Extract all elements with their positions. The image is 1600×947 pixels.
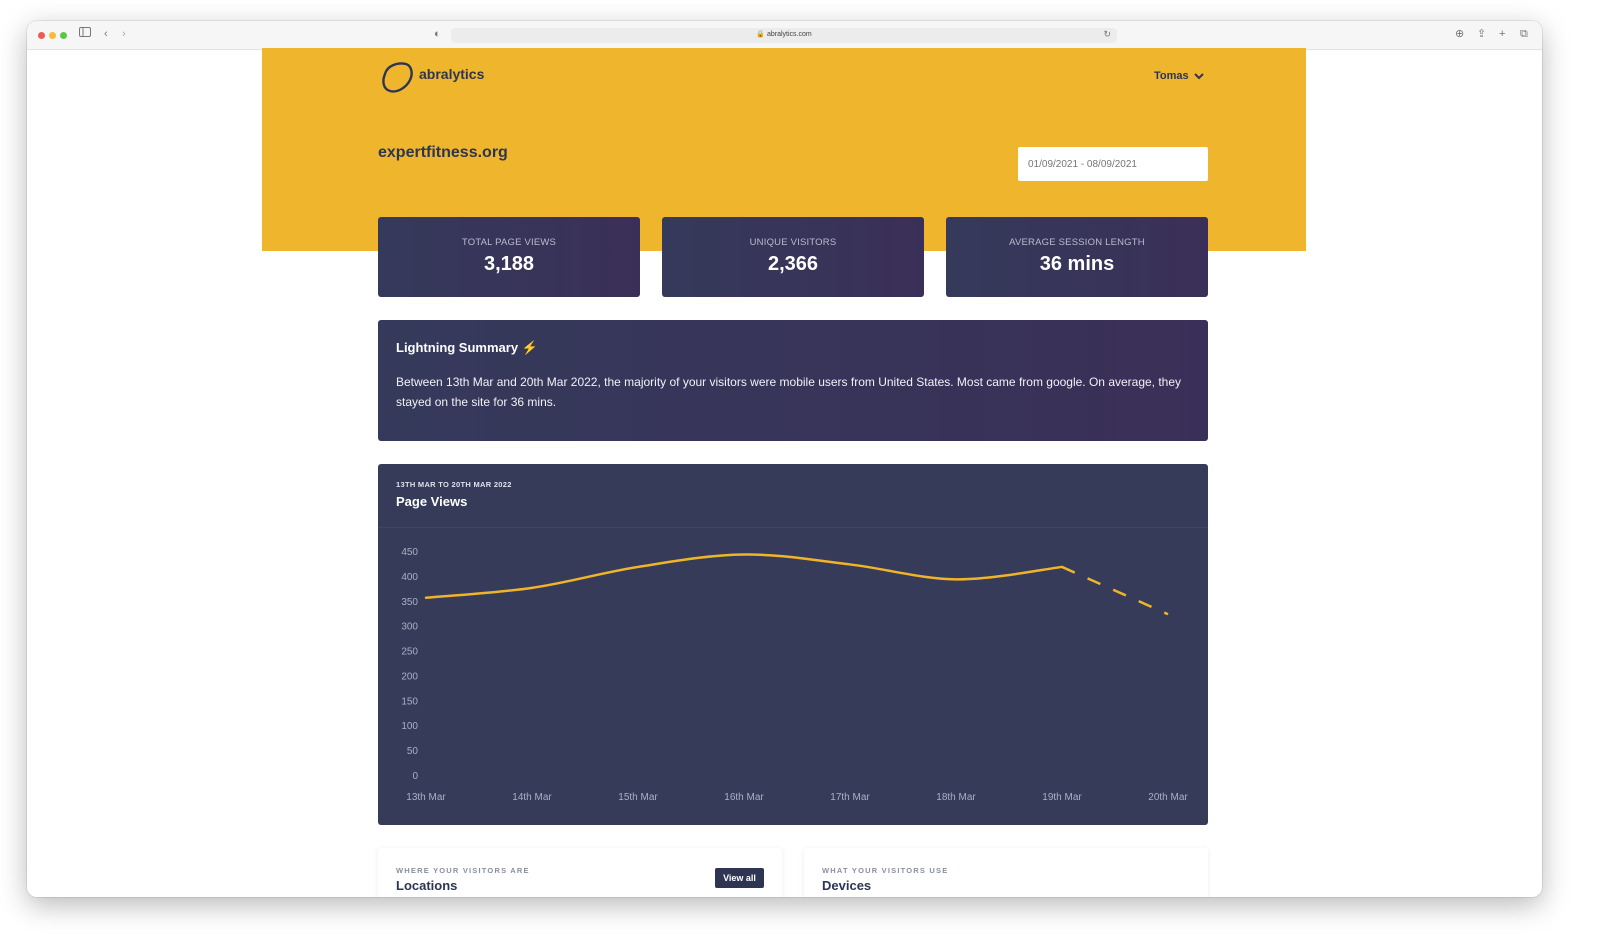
page-viewport: abralytics Tomas expertfitness.org TOTAL…: [27, 48, 1542, 897]
view-all-button[interactable]: View all: [715, 868, 764, 888]
panel-title: Locations: [396, 878, 458, 893]
x-tick-label: 18th Mar: [936, 792, 976, 803]
user-name: Tomas: [1154, 70, 1189, 82]
y-tick-label: 350: [401, 597, 418, 608]
summary-title: Lightning Summary ⚡: [396, 340, 538, 355]
brand-name: abralytics: [419, 66, 485, 82]
stat-value: 36 mins: [1039, 253, 1115, 275]
address-bar[interactable]: 🔒 abralytics.com ↻: [451, 28, 1117, 43]
browser-toolbar: ‹ › ◐ 🔒 abralytics.com ↻ ⊕ ⇪ + ⧉: [27, 21, 1542, 50]
y-tick-label: 0: [412, 771, 418, 782]
downloads-icon[interactable]: ⊕: [1455, 27, 1464, 41]
lightning-summary-card: Lightning Summary ⚡ Between 13th Mar and…: [378, 320, 1208, 441]
stat-label: TOTAL PAGE VIEWS: [461, 237, 557, 248]
y-tick-label: 450: [401, 547, 418, 558]
y-tick-label: 50: [407, 746, 419, 757]
page-views-series-line: [424, 553, 1064, 600]
privacy-shield-icon[interactable]: ◐: [434, 27, 441, 41]
y-tick-label: 250: [401, 647, 418, 658]
date-range-input[interactable]: [1018, 147, 1208, 181]
back-icon[interactable]: ‹: [104, 27, 108, 41]
stat-label: AVERAGE SESSION LENGTH: [1009, 237, 1145, 248]
url-text: 🔒 abralytics.com: [756, 31, 812, 38]
stat-card-unique-visitors: UNIQUE VISITORS 2,366: [662, 217, 924, 297]
page-views-projected-line: [1061, 565, 1169, 616]
summary-text: Between 13th Mar and 20th Mar 2022, the …: [396, 375, 1182, 409]
browser-window: ‹ › ◐ 🔒 abralytics.com ↻ ⊕ ⇪ + ⧉ abralyt…: [27, 21, 1542, 897]
forward-icon[interactable]: ›: [122, 27, 126, 41]
x-tick-label: 13th Mar: [406, 792, 446, 803]
minimize-window-button[interactable]: [49, 32, 56, 39]
new-tab-icon[interactable]: +: [1499, 27, 1505, 41]
share-icon[interactable]: ⇪: [1477, 27, 1486, 41]
y-tick-label: 150: [401, 696, 418, 707]
y-tick-label: 100: [401, 721, 418, 732]
tab-overview-icon[interactable]: ⧉: [1520, 27, 1528, 41]
stat-card-page-views: TOTAL PAGE VIEWS 3,188: [378, 217, 640, 297]
stat-value: 2,366: [767, 253, 819, 275]
reload-icon[interactable]: ↻: [1103, 29, 1111, 40]
x-tick-label: 19th Mar: [1042, 792, 1082, 803]
page-views-chart-card: 13TH MAR TO 20TH MAR 2022 Page Views 0 50…: [378, 464, 1208, 825]
sidebar-toggle-icon[interactable]: [79, 27, 91, 41]
panel-title: Devices: [822, 878, 872, 893]
devices-panel: WHAT YOUR VISITORS USE Devices: [804, 848, 1208, 897]
panel-kicker: WHAT YOUR VISITORS USE: [822, 866, 949, 875]
panel-kicker: WHERE YOUR VISITORS ARE: [396, 866, 530, 875]
user-menu[interactable]: Tomas: [1154, 70, 1204, 82]
x-tick-label: 16th Mar: [724, 792, 764, 803]
stat-label: UNIQUE VISITORS: [749, 237, 837, 248]
x-tick-label: 14th Mar: [512, 792, 552, 803]
x-tick-label: 20th Mar: [1148, 792, 1188, 803]
x-tick-label: 17th Mar: [830, 792, 870, 803]
stat-value: 3,188: [483, 253, 535, 275]
y-tick-label: 300: [401, 622, 418, 633]
logo-icon: [382, 62, 413, 93]
chevron-down-icon: [1193, 72, 1204, 80]
locations-panel: WHERE YOUR VISITORS ARE Locations View a…: [378, 848, 782, 897]
stat-card-session-length: AVERAGE SESSION LENGTH 36 mins: [946, 217, 1208, 297]
x-tick-label: 15th Mar: [618, 792, 658, 803]
zoom-window-button[interactable]: [60, 32, 67, 39]
y-tick-label: 200: [401, 671, 418, 682]
brand-logo[interactable]: abralytics: [379, 60, 484, 94]
site-title: expertfitness.org: [378, 144, 508, 161]
page-views-line-chart: 0 50 100 150 200 250 300 350 400 450 13th Mar 14th …: [401, 547, 1188, 803]
close-window-button[interactable]: [38, 32, 45, 39]
y-tick-label: 400: [401, 572, 418, 583]
